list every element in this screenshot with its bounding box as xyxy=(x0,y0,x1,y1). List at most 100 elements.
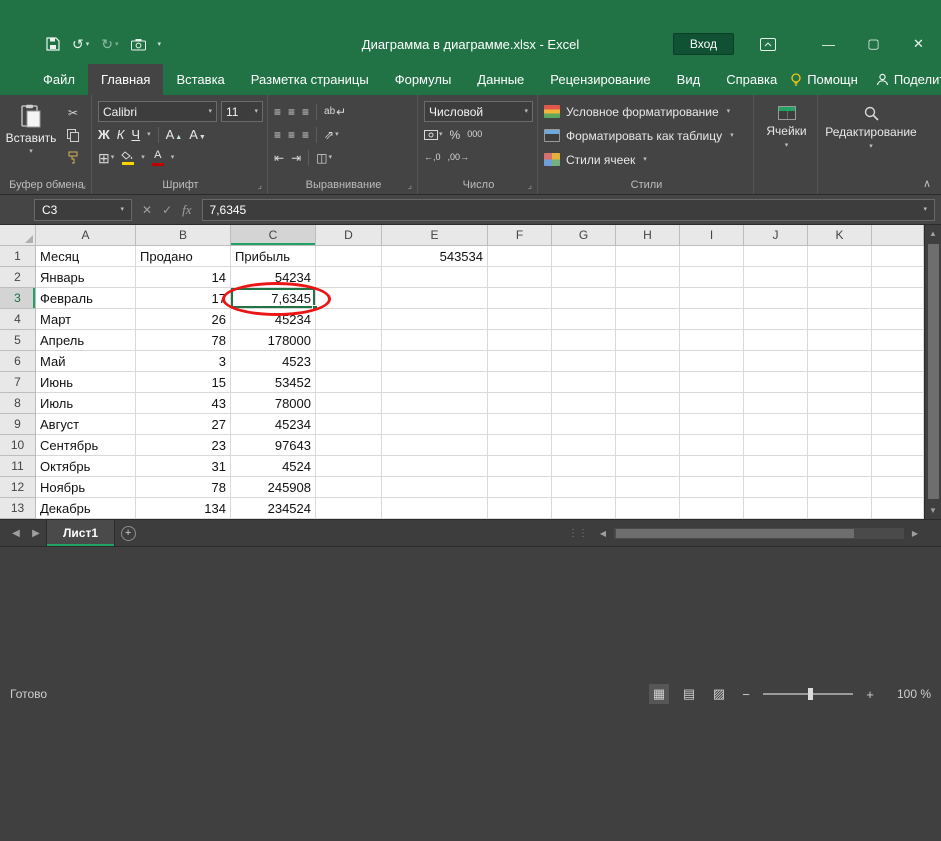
cell-I7[interactable] xyxy=(680,372,744,393)
cell-E3[interactable] xyxy=(382,288,488,309)
decrease-font-button[interactable]: А ▼ xyxy=(189,128,206,141)
cell-K5[interactable] xyxy=(808,330,872,351)
underline-button[interactable]: Ч xyxy=(131,128,140,141)
cell-B10[interactable]: 23 xyxy=(136,435,231,456)
cell-X5[interactable] xyxy=(872,330,924,351)
column-header-I[interactable]: I xyxy=(680,225,744,246)
cell-X6[interactable] xyxy=(872,351,924,372)
cell-I2[interactable] xyxy=(680,267,744,288)
zoom-slider-thumb[interactable] xyxy=(808,688,813,700)
column-header-E[interactable]: E xyxy=(382,225,488,246)
cell-I13[interactable] xyxy=(680,498,744,519)
italic-button[interactable]: К xyxy=(117,128,125,141)
cell-C6[interactable]: 4523 xyxy=(231,351,316,372)
formula-input[interactable]: 7,6345 ▾ xyxy=(201,198,935,221)
cell-X2[interactable] xyxy=(872,267,924,288)
cell-K10[interactable] xyxy=(808,435,872,456)
cell-B4[interactable]: 26 xyxy=(136,309,231,330)
assistant-button[interactable]: Помощн xyxy=(790,72,858,87)
cell-J1[interactable] xyxy=(744,246,808,267)
cell-X9[interactable] xyxy=(872,414,924,435)
cell-X1[interactable] xyxy=(872,246,924,267)
cell-H3[interactable] xyxy=(616,288,680,309)
cell-J12[interactable] xyxy=(744,477,808,498)
camera-button[interactable] xyxy=(130,38,146,51)
sign-in-button[interactable]: Вход xyxy=(672,33,734,55)
zoom-out-button[interactable]: − xyxy=(739,687,753,702)
horizontal-scroll-thumb[interactable] xyxy=(616,528,854,538)
share-button[interactable]: Поделиться xyxy=(876,72,941,87)
sheet-tab-list1[interactable]: Лист1 xyxy=(46,520,116,546)
cancel-entry-button[interactable]: ✕ xyxy=(142,203,152,217)
cell-I6[interactable] xyxy=(680,351,744,372)
cell-K8[interactable] xyxy=(808,393,872,414)
cell-C4[interactable]: 45234 xyxy=(231,309,316,330)
redo-button[interactable]: ↻ ▾ xyxy=(101,37,118,51)
font-dialog-launcher[interactable]: ⌟ xyxy=(258,181,262,190)
cell-G2[interactable] xyxy=(552,267,616,288)
cell-D12[interactable] xyxy=(316,477,382,498)
accounting-format-button[interactable]: ▾ xyxy=(424,129,443,140)
zoom-in-button[interactable]: + xyxy=(863,687,877,702)
cell-E13[interactable] xyxy=(382,498,488,519)
font-size-combo[interactable]: 11 ▾ xyxy=(221,101,263,122)
cell-X3[interactable] xyxy=(872,288,924,309)
increase-decimal-button[interactable]: ←,0 xyxy=(424,153,441,162)
cell-J11[interactable] xyxy=(744,456,808,477)
cell-E2[interactable] xyxy=(382,267,488,288)
cell-B2[interactable]: 14 xyxy=(136,267,231,288)
cell-C13[interactable]: 234524 xyxy=(231,498,316,519)
cell-I1[interactable] xyxy=(680,246,744,267)
cell-A10[interactable]: Сентябрь xyxy=(36,435,136,456)
format-as-table-button[interactable]: Форматировать как таблицу ▾ xyxy=(544,124,749,147)
wrap-text-button[interactable]: ab ↵ xyxy=(324,106,346,118)
cell-K4[interactable] xyxy=(808,309,872,330)
number-dialog-launcher[interactable]: ⌟ xyxy=(528,181,532,190)
cell-D8[interactable] xyxy=(316,393,382,414)
cell-X10[interactable] xyxy=(872,435,924,456)
cell-B1[interactable]: Продано xyxy=(136,246,231,267)
cell-G3[interactable] xyxy=(552,288,616,309)
cell-G4[interactable] xyxy=(552,309,616,330)
cell-F5[interactable] xyxy=(488,330,552,351)
vertical-scrollbar[interactable]: ▲ ▼ xyxy=(924,225,941,519)
cell-A7[interactable]: Июнь xyxy=(36,372,136,393)
cell-D4[interactable] xyxy=(316,309,382,330)
cell-F13[interactable] xyxy=(488,498,552,519)
cell-J13[interactable] xyxy=(744,498,808,519)
row-header-11[interactable]: 11 xyxy=(0,456,36,477)
cell-H12[interactable] xyxy=(616,477,680,498)
cell-A12[interactable]: Ноябрь xyxy=(36,477,136,498)
cell-I10[interactable] xyxy=(680,435,744,456)
cell-F2[interactable] xyxy=(488,267,552,288)
cell-K6[interactable] xyxy=(808,351,872,372)
cell-G11[interactable] xyxy=(552,456,616,477)
cell-E7[interactable] xyxy=(382,372,488,393)
row-header-10[interactable]: 10 xyxy=(0,435,36,456)
column-header-G[interactable]: G xyxy=(552,225,616,246)
column-header-D[interactable]: D xyxy=(316,225,382,246)
row-header-1[interactable]: 1 xyxy=(0,246,36,267)
cell-E12[interactable] xyxy=(382,477,488,498)
cell-G6[interactable] xyxy=(552,351,616,372)
cell-X4[interactable] xyxy=(872,309,924,330)
align-center-button[interactable]: ≡ xyxy=(288,129,295,141)
normal-view-button[interactable]: ▦ xyxy=(649,684,669,704)
merge-center-button[interactable]: ◫ ▾ xyxy=(316,152,332,164)
editing-button[interactable]: Редактирование ▾ xyxy=(824,100,918,194)
cell-J2[interactable] xyxy=(744,267,808,288)
cell-C3[interactable]: 7,6345 xyxy=(222,282,331,316)
cell-G5[interactable] xyxy=(552,330,616,351)
cell-B13[interactable]: 134 xyxy=(136,498,231,519)
cell-F6[interactable] xyxy=(488,351,552,372)
cell-H5[interactable] xyxy=(616,330,680,351)
cell-B9[interactable]: 27 xyxy=(136,414,231,435)
align-bottom-button[interactable]: ≡ xyxy=(302,106,309,118)
column-header-K[interactable]: K xyxy=(808,225,872,246)
row-header-9[interactable]: 9 xyxy=(0,414,36,435)
cell-B7[interactable]: 15 xyxy=(136,372,231,393)
cell-D6[interactable] xyxy=(316,351,382,372)
page-break-view-button[interactable]: ▨ xyxy=(709,684,729,704)
cell-E8[interactable] xyxy=(382,393,488,414)
tab-view[interactable]: Вид xyxy=(664,64,714,95)
